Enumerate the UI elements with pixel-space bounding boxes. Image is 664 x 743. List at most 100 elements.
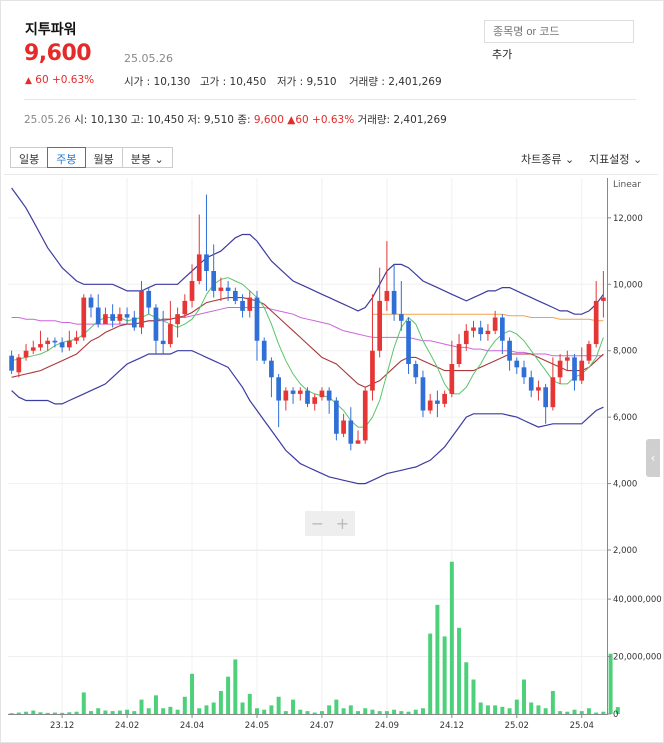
candle-body xyxy=(319,390,325,398)
volume-bar xyxy=(356,711,361,714)
zoom-in-button[interactable]: + xyxy=(330,511,355,536)
side-panel-toggle[interactable]: ‹ xyxy=(646,439,660,477)
volume-bar xyxy=(218,691,223,714)
x-tick-label: 24.12 xyxy=(440,721,464,731)
volume-bar xyxy=(413,709,418,714)
volume-bar xyxy=(377,711,382,714)
volume-bar xyxy=(586,708,591,714)
volume-bar xyxy=(608,653,613,714)
volume-bar xyxy=(103,710,108,714)
candle-body xyxy=(232,290,238,301)
volume-bar xyxy=(572,709,577,714)
candle-body xyxy=(543,387,549,408)
volume-bar xyxy=(67,712,72,714)
price-tick-label: 12,000 xyxy=(613,214,643,224)
candle-body xyxy=(463,330,469,345)
volume-bar xyxy=(291,699,296,714)
volume-bar xyxy=(190,673,195,714)
candle-body xyxy=(124,314,130,318)
volume-bar xyxy=(197,708,202,714)
volume-bar xyxy=(601,711,606,714)
candle-body xyxy=(261,340,267,361)
volume-bar xyxy=(370,709,375,714)
candle-body xyxy=(391,290,397,315)
price-chart[interactable]: 2,000 4,000 6,000 8,000 10,000 12,000 0 20,000,… xyxy=(0,0,664,743)
volume-bar xyxy=(153,695,158,714)
candle-body xyxy=(579,360,585,381)
candle-body xyxy=(305,390,310,404)
volume-bar xyxy=(341,708,346,714)
x-tick-label: 24.07 xyxy=(310,721,334,731)
candle-body xyxy=(175,314,180,325)
candle-body xyxy=(59,342,65,348)
candle-body xyxy=(276,377,281,401)
candle-body xyxy=(507,340,512,361)
volume-bar xyxy=(507,708,512,714)
candle-body xyxy=(413,364,419,378)
volume-bar xyxy=(579,711,584,714)
volume-bar xyxy=(132,711,137,714)
candle-body xyxy=(456,344,462,364)
volume-bar xyxy=(406,711,411,714)
candle-body xyxy=(420,377,426,411)
volume-bar xyxy=(161,708,166,714)
volume-bar xyxy=(500,706,505,714)
zoom-out-button[interactable]: − xyxy=(305,511,330,536)
candle-body xyxy=(377,300,383,351)
volume-bar xyxy=(175,709,180,714)
candle-body xyxy=(240,300,245,311)
volume-bar xyxy=(117,710,122,714)
candle-body xyxy=(478,327,484,335)
candle-body xyxy=(312,397,318,404)
candle-body xyxy=(435,400,440,404)
volume-bar xyxy=(392,709,397,714)
candle-body xyxy=(81,297,87,338)
volume-bar xyxy=(262,709,267,714)
volume-bar xyxy=(38,712,43,714)
volume-tick-label: 40,000,000 xyxy=(613,595,662,605)
volume-bar xyxy=(543,708,548,714)
x-tick-label: 24.04 xyxy=(180,721,204,731)
candle-body xyxy=(471,327,476,331)
candle-body xyxy=(131,317,137,328)
volume-bar xyxy=(45,712,50,714)
candle-body xyxy=(492,317,498,331)
volume-bar xyxy=(565,711,570,714)
volume-bar xyxy=(247,693,252,714)
candle-body xyxy=(297,390,303,394)
price-tick-label: 4,000 xyxy=(613,480,637,490)
volume-bar xyxy=(471,679,476,714)
volume-bar xyxy=(594,712,599,714)
candle-body xyxy=(189,280,195,301)
scale-label: Linear xyxy=(613,180,641,190)
candle-body xyxy=(442,393,447,404)
candle-body xyxy=(146,290,152,308)
volume-bar xyxy=(348,705,353,714)
volume-bar xyxy=(146,708,151,714)
candle-body xyxy=(370,350,375,391)
candle-body xyxy=(601,297,606,301)
volume-bar xyxy=(514,699,519,714)
candle-body xyxy=(168,324,173,345)
candle-body xyxy=(572,357,577,381)
candle-body xyxy=(218,287,224,291)
candle-body xyxy=(427,400,433,411)
candle-body xyxy=(52,340,58,343)
x-tick-label: 25.04 xyxy=(570,721,594,731)
candle-body xyxy=(117,314,123,321)
volume-bar xyxy=(399,711,404,714)
tab-weekly[interactable]: 주봉 xyxy=(47,147,86,168)
volume-bar xyxy=(9,713,14,714)
volume-bar xyxy=(529,702,534,714)
x-tick-label: 25.02 xyxy=(505,721,529,731)
volume-bar xyxy=(478,702,483,714)
price-tick-label: 6,000 xyxy=(613,413,637,423)
candle-body xyxy=(290,390,296,394)
candle-body xyxy=(348,420,354,444)
candle-body xyxy=(528,377,534,391)
volume-bar xyxy=(233,659,238,714)
candle-body xyxy=(74,337,79,341)
candle-body xyxy=(586,344,592,361)
volume-bar xyxy=(428,633,433,714)
x-tick-label: 24.09 xyxy=(375,721,399,731)
